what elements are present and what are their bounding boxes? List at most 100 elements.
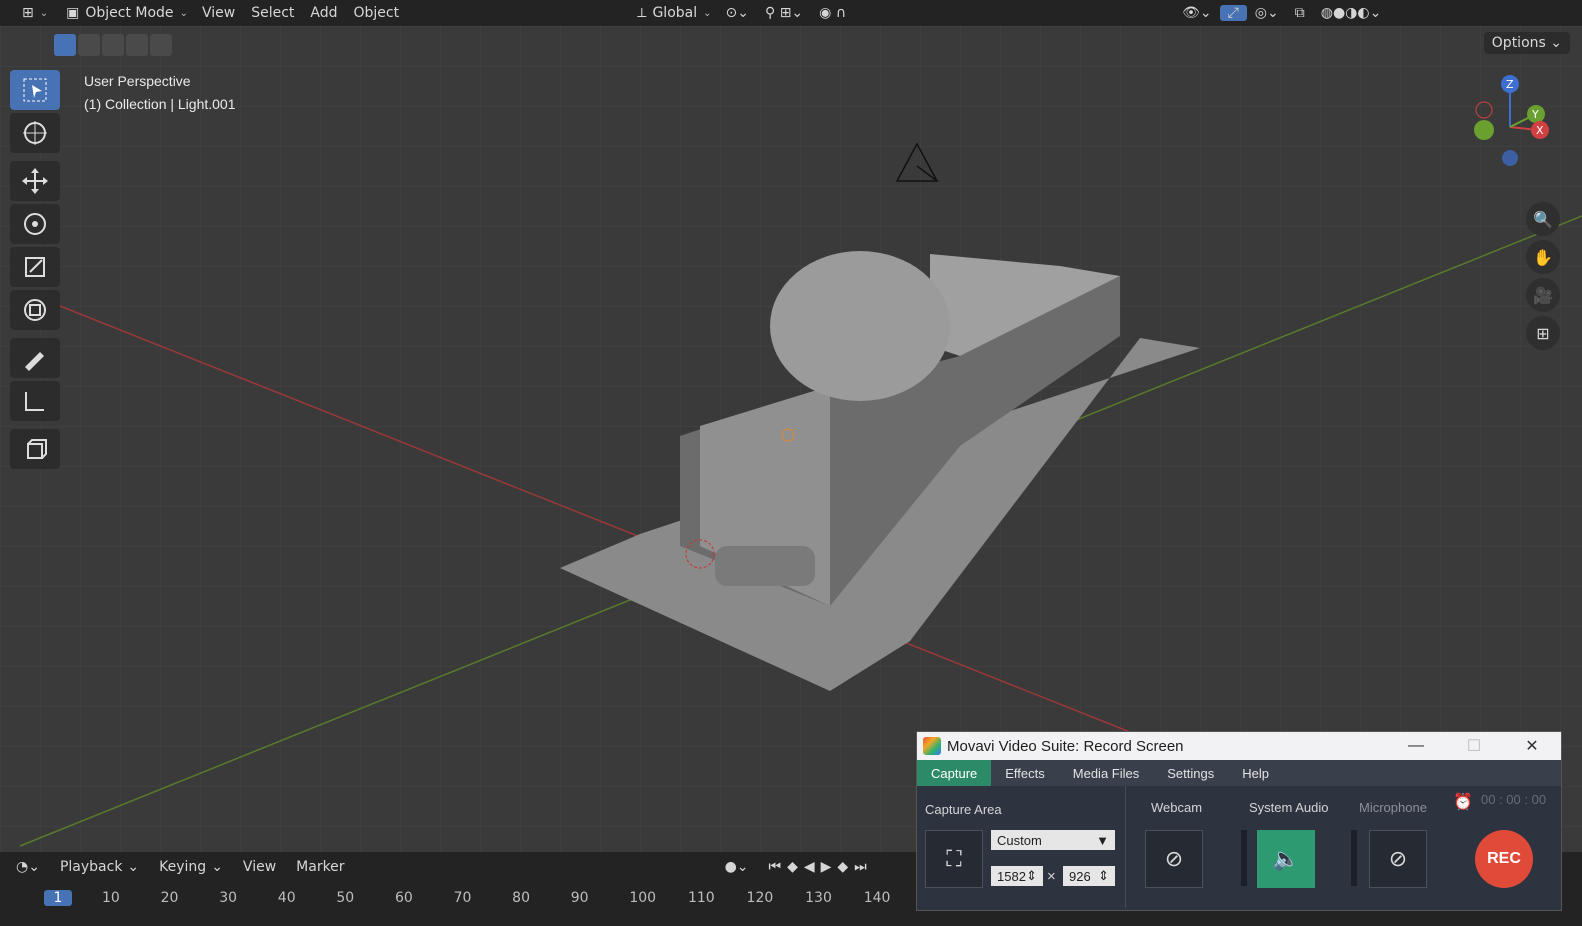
speaker-icon: 🔈: [1272, 846, 1300, 871]
playback-controls[interactable]: ⏮◆◀▶◆⏭: [759, 859, 883, 875]
frame-label: 110: [687, 890, 715, 906]
capture-area-label: Capture Area: [925, 802, 1002, 817]
microphone-label[interactable]: Microphone: [1359, 800, 1427, 815]
system-audio-toggle[interactable]: 🔈: [1257, 830, 1315, 888]
tab-effects[interactable]: Effects: [991, 760, 1059, 786]
cursor-tool[interactable]: [10, 113, 60, 153]
select-invert-button[interactable]: [126, 34, 148, 56]
tab-capture[interactable]: Capture: [917, 760, 992, 786]
pan-hand-icon[interactable]: ✋: [1526, 240, 1560, 274]
zoom-icon[interactable]: 🔍: [1526, 202, 1560, 236]
editor-type-clock-icon[interactable]: ◔⌄: [6, 859, 50, 875]
object-mode-icon: ▣: [66, 5, 80, 21]
overlays-icon[interactable]: ◎⌄: [1247, 5, 1287, 21]
tab-media-files[interactable]: Media Files: [1059, 760, 1153, 786]
menu-select[interactable]: Select: [243, 5, 302, 21]
microphone-toggle[interactable]: ⊘: [1369, 830, 1427, 888]
rotate-tool[interactable]: [10, 204, 60, 244]
window-title: Movavi Video Suite: Record Screen: [947, 737, 1184, 755]
capture-area-button[interactable]: ⛶: [925, 830, 983, 888]
add-cube-tool[interactable]: [10, 429, 60, 469]
frame-label: 120: [746, 890, 774, 906]
transform-icon: [24, 299, 46, 321]
transform-tool[interactable]: [10, 290, 60, 330]
current-frame[interactable]: 1: [44, 890, 72, 906]
editor-type-button[interactable]: ⊞ ⌄: [16, 2, 54, 24]
perspective-grid-icon[interactable]: ⊞: [1526, 316, 1560, 350]
tree: [770, 251, 950, 401]
move-tool[interactable]: [10, 161, 60, 201]
3d-viewport[interactable]: User Perspective (1) Collection | Light.…: [0, 26, 1582, 852]
capture-preset-select[interactable]: Custom ▼: [991, 830, 1115, 850]
viewport-grid: [0, 26, 1582, 852]
move-icon: [22, 168, 48, 194]
cube-add-icon: [27, 439, 47, 459]
close-icon[interactable]: ✕: [1503, 736, 1561, 756]
measure-tool[interactable]: [10, 381, 60, 421]
scale-icon: [25, 257, 45, 277]
system-volume-meter[interactable]: [1241, 830, 1247, 886]
select-intersect-button[interactable]: [150, 34, 172, 56]
grid-editor-icon: ⊞: [22, 5, 34, 21]
transform-orientation-dropdown[interactable]: ⟂ Global ⌄: [631, 2, 717, 24]
menu-marker[interactable]: Marker: [286, 859, 354, 875]
z-axis-label: Z: [1506, 78, 1514, 91]
playback-label: Playback: [59, 859, 123, 875]
menu-view[interactable]: View: [194, 5, 243, 21]
visibility-icon[interactable]: 👁⌄: [1174, 5, 1220, 21]
times-sign: ×: [1047, 868, 1056, 885]
movavi-record-window: Movavi Video Suite: Record Screen — ☐ ✕ …: [916, 731, 1562, 911]
ruler-icon: [25, 392, 44, 411]
menu-keying[interactable]: Keying ⌄: [149, 859, 233, 875]
pivot-icon[interactable]: ⊙⌄: [718, 5, 757, 21]
xray-icon[interactable]: ⧉: [1287, 5, 1313, 21]
maximize-icon[interactable]: ☐: [1445, 736, 1503, 756]
options-label: Options: [1491, 35, 1546, 51]
webcam-toggle[interactable]: ⊘: [1145, 830, 1203, 888]
frame-label: 40: [277, 890, 296, 906]
mode-dropdown[interactable]: ▣ Object Mode ⌄: [60, 2, 194, 24]
movavi-titlebar[interactable]: Movavi Video Suite: Record Screen — ☐ ✕: [917, 732, 1561, 760]
system-audio-label: System Audio: [1249, 800, 1329, 815]
menu-add[interactable]: Add: [302, 5, 345, 21]
select-box-tool[interactable]: [10, 70, 60, 110]
gizmo-icon[interactable]: ⤢: [1219, 5, 1247, 21]
transform-label: Global: [652, 5, 698, 21]
pencil-icon: [25, 352, 44, 371]
minimize-icon[interactable]: —: [1387, 737, 1445, 755]
proportional-edit-icon[interactable]: ◉ ∩: [811, 5, 854, 21]
select-mode-buttons: [54, 34, 172, 56]
shading-modes-icon[interactable]: ◍●◑◐⌄: [1313, 5, 1390, 21]
width-value: 1582: [997, 868, 1026, 884]
width-input[interactable]: 1582 ⇕: [991, 866, 1043, 886]
scale-tool[interactable]: [10, 247, 60, 287]
select-new-button[interactable]: [54, 34, 76, 56]
options-dropdown[interactable]: Options ⌄: [1483, 32, 1570, 54]
navigation-gizmo[interactable]: Z Y X: [1466, 72, 1556, 182]
mic-volume-meter[interactable]: [1351, 830, 1357, 886]
height-input[interactable]: 926 ⇕: [1063, 866, 1115, 886]
capture-frame-icon: ⛶: [946, 846, 962, 871]
frame-label: 140: [863, 890, 891, 906]
select-extend-button[interactable]: [78, 34, 100, 56]
tab-settings[interactable]: Settings: [1153, 760, 1228, 786]
annotate-tool[interactable]: [10, 338, 60, 378]
alarm-clock-icon[interactable]: ⏰: [1453, 792, 1473, 812]
menu-object[interactable]: Object: [346, 5, 408, 21]
tab-help[interactable]: Help: [1228, 760, 1283, 786]
orientation-icon: ⟂: [637, 5, 647, 21]
camera-view-icon[interactable]: 🎥: [1526, 278, 1560, 312]
movavi-body: Capture Area ⛶ Custom ▼ 1582 ⇕ × 926 ⇕ Webc…: [917, 786, 1561, 908]
snap-icon[interactable]: ⚲ ⊞⌄: [757, 5, 811, 21]
frame-ruler[interactable]: 1 10 20 30 40 50 60 70 80 90 100 110 120…: [44, 890, 922, 906]
divider: [1125, 786, 1126, 908]
rec-button[interactable]: REC: [1475, 830, 1533, 888]
select-subtract-button[interactable]: [102, 34, 124, 56]
y-axis-label: Y: [1531, 108, 1539, 121]
record-dot-icon[interactable]: ●⌄: [715, 859, 759, 875]
tool-shelf: [10, 70, 62, 472]
spin-icon: ⇕: [1098, 868, 1109, 883]
frame-label: 60: [394, 890, 413, 906]
menu-timeline-view[interactable]: View: [233, 859, 286, 875]
menu-playback[interactable]: Playback ⌄: [50, 859, 149, 875]
